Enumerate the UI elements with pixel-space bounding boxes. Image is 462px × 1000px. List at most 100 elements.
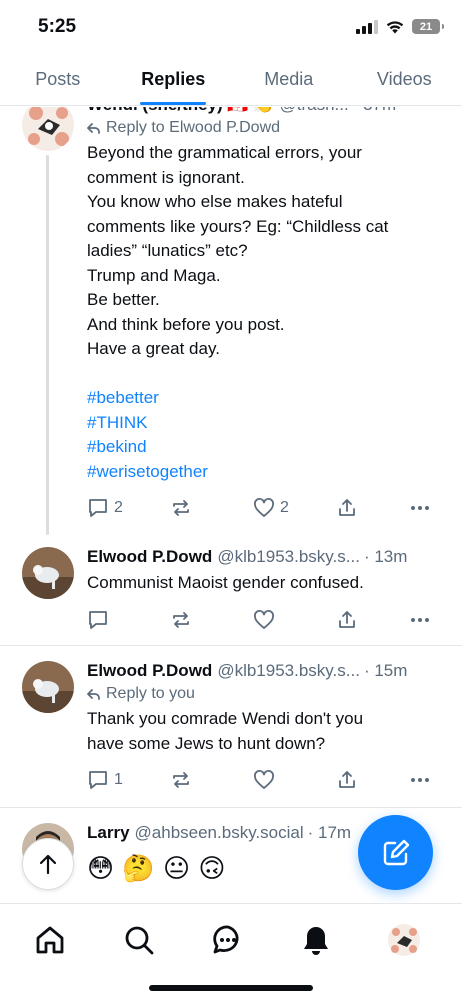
tab-videos[interactable]: Videos (347, 56, 462, 105)
nav-notifications[interactable] (298, 922, 334, 958)
share-icon (339, 771, 355, 788)
scroll-to-top-button[interactable] (22, 838, 74, 890)
post-text: Beyond the grammatical errors, your comm… (87, 141, 444, 484)
more-button[interactable] (409, 769, 431, 791)
post-time: · 13m (363, 547, 408, 566)
feed-post[interactable]: Elwood P.Dowd @klb1953.bsky.s... · 13m C… (0, 543, 462, 645)
text-line: Beyond the grammatical errors, your (87, 143, 362, 162)
author-handle[interactable]: @trash... (279, 107, 348, 115)
like-button[interactable]: 2 (253, 497, 336, 519)
post-actions: 1 (87, 768, 444, 792)
post-header: Elwood P.Dowd @klb1953.bsky.s... · 13m (87, 547, 444, 567)
repost-button[interactable] (170, 609, 253, 631)
more-icon (411, 778, 429, 782)
status-time: 5:25 (38, 16, 77, 37)
text-line: comments like yours? Eg: “Childless cat (87, 216, 389, 236)
repost-icon (173, 500, 189, 516)
nav-profile[interactable] (386, 922, 422, 958)
nav-chat[interactable] (210, 922, 246, 958)
feed-post[interactable]: Elwood P.Dowd @klb1953.bsky.s... · 15m R… (0, 657, 462, 807)
reply-button[interactable]: 2 (87, 497, 170, 519)
post-time: · 37m (353, 107, 396, 115)
status-icons: 21 (356, 19, 444, 34)
compose-icon (383, 839, 409, 865)
profile-avatar (388, 924, 420, 956)
reply-arrow-icon (87, 688, 100, 700)
share-button[interactable] (336, 497, 409, 519)
text-line: have some Jews to hunt down? (87, 733, 326, 753)
repost-icon (173, 772, 189, 788)
like-button[interactable] (253, 769, 336, 791)
post-actions: 2 2 (87, 496, 444, 520)
reply-count: 2 (114, 499, 123, 516)
text-line: ladies” “lunatics” etc? (87, 241, 248, 260)
reply-icon (89, 610, 107, 629)
battery-icon: 21 (412, 19, 444, 34)
text-line: Trump and Maga. (87, 265, 221, 285)
nav-search[interactable] (121, 922, 157, 958)
heart-icon (254, 498, 274, 517)
post-actions (87, 608, 444, 632)
chat-icon (213, 925, 239, 954)
repost-button[interactable] (170, 497, 253, 519)
reply-to[interactable]: Reply to you (87, 685, 444, 703)
reply-to[interactable]: Reply to Elwood P.Dowd (87, 119, 444, 137)
reply-to-label: Reply to Elwood P.Dowd (106, 119, 281, 136)
tab-media[interactable]: Media (231, 56, 347, 105)
repost-button[interactable] (170, 769, 253, 791)
nav-home[interactable] (32, 922, 68, 958)
post-text: Thank you comrade Wendi don't you have s… (87, 707, 444, 756)
like-button[interactable] (253, 609, 336, 631)
author-name[interactable]: Elwood P.Dowd (87, 661, 212, 681)
more-button[interactable] (409, 609, 431, 631)
heart-icon (254, 770, 274, 789)
hashtag-link[interactable]: #bebetter (87, 386, 444, 411)
reply-arrow-icon (87, 122, 100, 134)
repost-icon (173, 611, 189, 628)
post-time: · 15m (363, 661, 408, 680)
reply-to-label: Reply to you (106, 685, 195, 702)
hashtag-link[interactable]: #THINK (87, 411, 444, 436)
author-name[interactable]: Larry (87, 823, 130, 843)
author-handle[interactable]: @ahbseen.bsky.social (135, 823, 304, 843)
author-name[interactable]: Wendi (she/they) 🇨🇦 👏 (87, 107, 274, 115)
home-icon (36, 926, 64, 954)
bell-icon (304, 927, 328, 955)
avatar[interactable] (22, 547, 74, 599)
divider (0, 807, 462, 808)
text-line: Be better. (87, 290, 160, 309)
reply-icon (89, 771, 107, 789)
avatar[interactable] (22, 661, 74, 713)
post-time: · 17m (307, 823, 352, 842)
text-line: And think before you post. (87, 314, 285, 334)
reply-count: 1 (114, 771, 123, 788)
status-bar: 5:25 21 (0, 0, 462, 56)
signal-icon (356, 19, 378, 34)
post-text: Communist Maoist gender confused. (87, 571, 444, 596)
compose-button[interactable] (358, 815, 433, 890)
reply-button[interactable]: 1 (87, 769, 170, 791)
search-icon (125, 926, 154, 955)
feed-post[interactable]: Wendi (she/they) 🇨🇦 👏 @trash... · 37m Re… (0, 107, 462, 535)
text-line: You know who else makes hateful (87, 192, 343, 211)
thread-line (46, 155, 49, 535)
heart-icon (254, 609, 274, 629)
tab-replies[interactable]: Replies (116, 56, 232, 105)
more-button[interactable] (409, 497, 431, 519)
reply-icon (89, 499, 107, 517)
avatar[interactable] (22, 107, 74, 151)
share-icon (339, 499, 355, 516)
home-indicator (149, 985, 313, 991)
tab-posts[interactable]: Posts (0, 56, 116, 105)
author-handle[interactable]: @klb1953.bsky.s... (217, 661, 360, 681)
text-line: Thank you comrade Wendi don't you (87, 709, 364, 728)
hashtag-link[interactable]: #werisetogether (87, 460, 444, 485)
post-header: Elwood P.Dowd @klb1953.bsky.s... · 15m (87, 661, 444, 681)
share-button[interactable] (336, 769, 409, 791)
author-name[interactable]: Elwood P.Dowd (87, 547, 212, 567)
reply-button[interactable] (87, 609, 170, 631)
hashtag-link[interactable]: #bekind (87, 435, 444, 460)
share-button[interactable] (336, 609, 409, 631)
replies-feed: Wendi (she/they) 🇨🇦 👏 @trash... · 37m Re… (0, 107, 462, 903)
author-handle[interactable]: @klb1953.bsky.s... (217, 547, 360, 567)
